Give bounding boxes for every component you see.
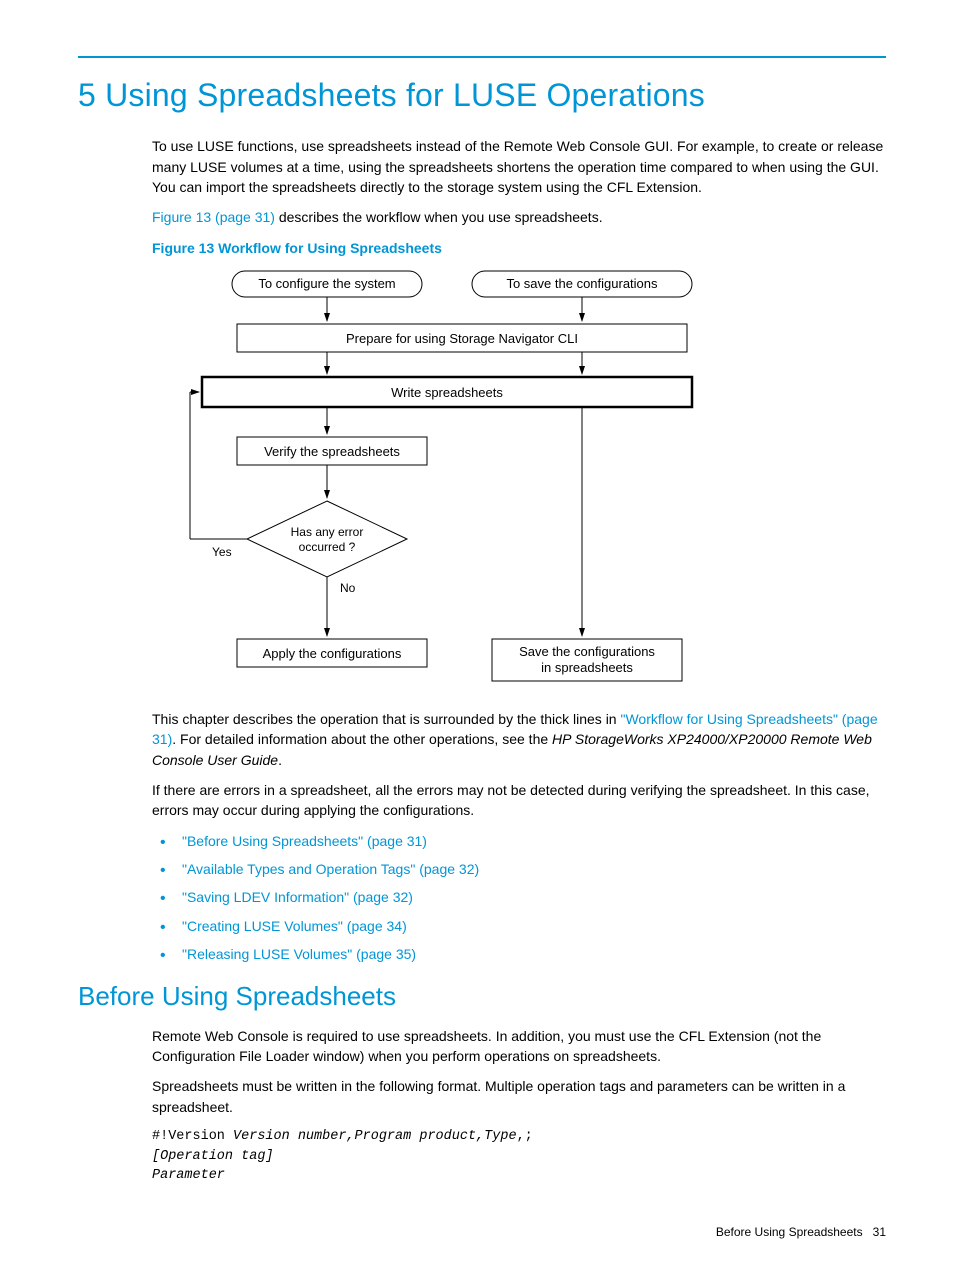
section-title: Before Using Spreadsheets <box>78 978 886 1016</box>
figure-image: To configure the system To save the conf… <box>182 266 886 701</box>
intro-paragraph-1: To use LUSE functions, use spreadsheets … <box>152 136 886 197</box>
svg-text:Prepare for using Storage Navi: Prepare for using Storage Navigator CLI <box>346 331 578 346</box>
figure-13-link[interactable]: Figure 13 (page 31) <box>152 209 275 225</box>
svg-text:No: No <box>340 581 356 595</box>
chapter-title: 5 Using Spreadsheets for LUSE Operations <box>78 72 886 118</box>
after-figure-p1: This chapter describes the operation tha… <box>152 709 886 770</box>
bullet-link-2[interactable]: "Saving LDEV Information" (page 32) <box>182 889 413 905</box>
bullet-link-3[interactable]: "Creating LUSE Volumes" (page 34) <box>182 918 407 934</box>
section2-p1: Remote Web Console is required to use sp… <box>152 1026 886 1067</box>
bullet-link-0[interactable]: "Before Using Spreadsheets" (page 31) <box>182 833 427 849</box>
footer-section: Before Using Spreadsheets <box>716 1225 863 1239</box>
list-item: "Creating LUSE Volumes" (page 34) <box>152 916 886 936</box>
code-block: #!Version Version number,Program product… <box>152 1127 886 1186</box>
svg-text:To configure the system: To configure the system <box>258 276 395 291</box>
svg-text:in spreadsheets: in spreadsheets <box>541 660 633 675</box>
svg-text:Write spreadsheets: Write spreadsheets <box>391 385 503 400</box>
svg-text:occurred ?: occurred ? <box>299 540 356 554</box>
intro-p2-rest: describes the workflow when you use spre… <box>275 209 603 225</box>
bullet-link-1[interactable]: "Available Types and Operation Tags" (pa… <box>182 861 479 877</box>
svg-text:Verify the spreadsheets: Verify the spreadsheets <box>264 444 400 459</box>
section2-p2: Spreadsheets must be written in the foll… <box>152 1076 886 1117</box>
bullet-link-4[interactable]: "Releasing LUSE Volumes" (page 35) <box>182 946 416 962</box>
list-item: "Available Types and Operation Tags" (pa… <box>152 859 886 879</box>
intro-paragraph-2: Figure 13 (page 31) describes the workfl… <box>152 207 886 227</box>
svg-text:Save the configurations: Save the configurations <box>519 644 655 659</box>
list-item: "Releasing LUSE Volumes" (page 35) <box>152 944 886 964</box>
svg-text:Apply the configurations: Apply the configurations <box>263 646 402 661</box>
list-item: "Before Using Spreadsheets" (page 31) <box>152 831 886 851</box>
figure-caption: Figure 13 Workflow for Using Spreadsheet… <box>152 238 886 258</box>
svg-text:Has any error: Has any error <box>291 525 364 539</box>
page-footer: Before Using Spreadsheets 31 <box>716 1224 886 1241</box>
list-item: "Saving LDEV Information" (page 32) <box>152 887 886 907</box>
svg-text:Yes: Yes <box>212 545 232 559</box>
after-figure-p2: If there are errors in a spreadsheet, al… <box>152 780 886 821</box>
svg-text:To save the configurations: To save the configurations <box>506 276 658 291</box>
footer-page-number: 31 <box>873 1225 886 1239</box>
